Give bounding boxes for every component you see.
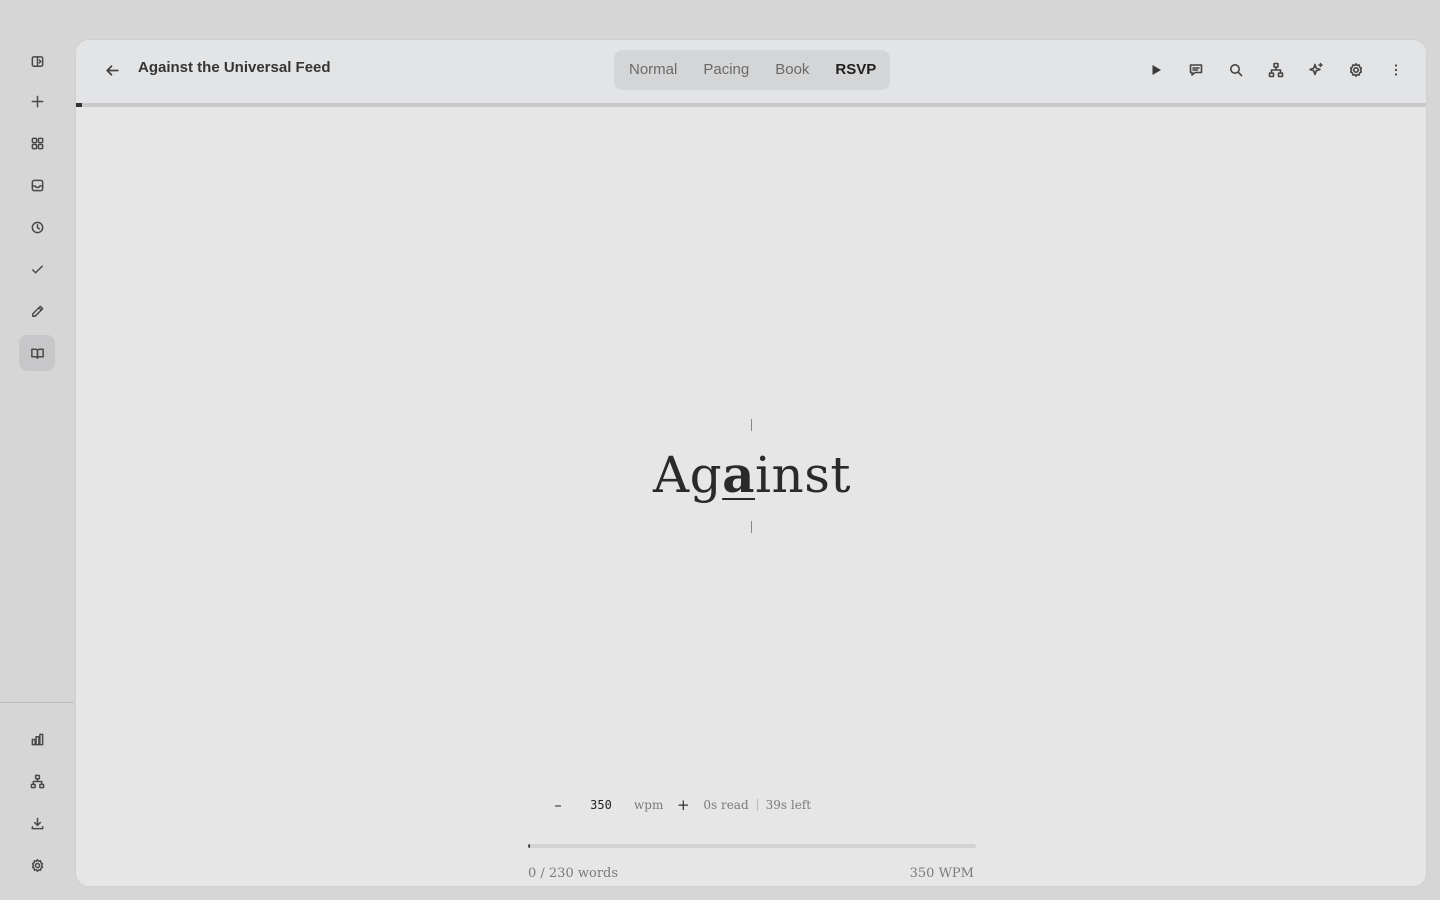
search-button[interactable] <box>1222 56 1250 84</box>
time-left: 39s left <box>765 798 812 812</box>
rsvp-progress-fill <box>528 844 530 848</box>
sidebar-toggle-button[interactable] <box>19 43 55 79</box>
comments-button[interactable] <box>1182 56 1210 84</box>
document-title: Against the Universal Feed <box>138 59 331 76</box>
library-grid-button[interactable] <box>19 125 55 161</box>
word-count: 0 / 230 words <box>528 866 619 881</box>
rail-divider <box>0 702 74 703</box>
reading-mode-switcher: Normal Pacing Book RSVP <box>614 50 890 90</box>
search-icon <box>1230 64 1243 77</box>
history-button[interactable] <box>19 209 55 245</box>
gear-icon <box>1349 63 1363 77</box>
gear-icon <box>31 858 43 872</box>
more-vertical-icon <box>1394 64 1398 76</box>
bar-chart-icon <box>31 733 43 745</box>
play-button[interactable] <box>1142 56 1170 84</box>
back-button[interactable] <box>100 58 124 82</box>
wpm-input[interactable] <box>570 795 632 815</box>
mode-tab-rsvp[interactable]: RSVP <box>824 54 887 86</box>
graph-button[interactable] <box>19 763 55 799</box>
word-suffix: inst <box>755 446 851 504</box>
focus-marker-bottom <box>751 521 752 533</box>
focus-marker-top <box>751 419 752 431</box>
inbox-icon <box>31 179 43 191</box>
hierarchy-icon <box>1268 62 1284 78</box>
time-read: 0s read <box>703 798 749 812</box>
more-menu-button[interactable] <box>1382 56 1410 84</box>
word-focus-letter: a <box>722 445 756 504</box>
stats-button[interactable] <box>19 721 55 757</box>
speed-label: 350 WPM <box>909 866 974 881</box>
book-icon <box>30 348 44 359</box>
comment-icon <box>1189 64 1203 76</box>
arrow-left-icon <box>105 64 119 76</box>
write-button[interactable] <box>19 293 55 329</box>
pencil-icon <box>31 305 43 317</box>
reader-toolbar: Against the Universal Feed Normal Pacing… <box>76 40 1426 104</box>
mode-tab-normal[interactable]: Normal <box>618 54 688 86</box>
mode-tab-book[interactable]: Book <box>764 54 820 86</box>
outline-button[interactable] <box>1262 56 1290 84</box>
document-progress-fill <box>76 103 82 107</box>
reader-panel: Against the Universal Feed Normal Pacing… <box>75 39 1427 887</box>
stat-separator <box>756 799 758 811</box>
reader-settings-button[interactable] <box>1342 56 1370 84</box>
sidebar-toggle-icon <box>31 55 43 67</box>
ai-assist-button[interactable] <box>1302 56 1330 84</box>
left-rail <box>0 0 74 900</box>
rsvp-progress-bar[interactable] <box>528 844 976 848</box>
inbox-button[interactable] <box>19 167 55 203</box>
decrease-wpm-button[interactable]: – <box>546 795 570 815</box>
reader-button[interactable] <box>19 335 55 371</box>
grid-icon <box>31 137 43 149</box>
check-icon <box>31 264 43 274</box>
new-item-button[interactable] <box>19 83 55 119</box>
word-prefix: Ag <box>653 446 723 504</box>
document-progress-bar <box>76 103 1426 107</box>
settings-button[interactable] <box>19 847 55 883</box>
mode-tab-pacing[interactable]: Pacing <box>692 54 760 86</box>
play-icon <box>1152 65 1161 75</box>
rsvp-controls: – wpm + 0s read 39s left <box>546 795 811 815</box>
toolbar-actions <box>1130 56 1410 84</box>
clock-icon <box>31 221 43 233</box>
wpm-unit-label: wpm <box>634 798 664 812</box>
download-button[interactable] <box>19 805 55 841</box>
increase-wpm-button[interactable]: + <box>671 795 695 815</box>
tasks-button[interactable] <box>19 251 55 287</box>
rsvp-word: Against <box>76 445 1426 504</box>
hierarchy-icon <box>30 774 44 788</box>
plus-icon <box>31 95 43 107</box>
download-icon <box>31 817 43 829</box>
sparkle-icon <box>1309 62 1323 76</box>
